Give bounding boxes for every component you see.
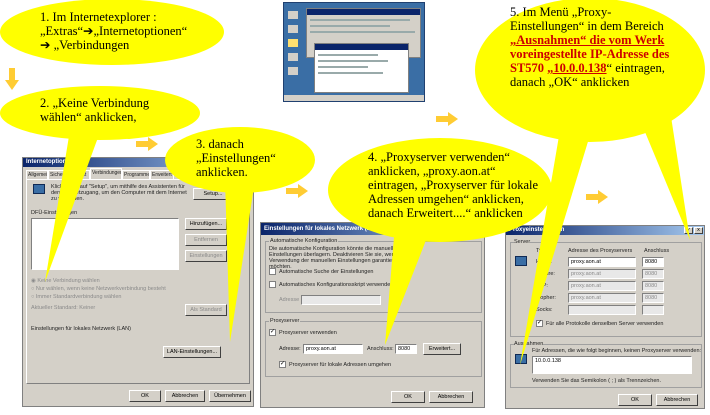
callout-tail-5 bbox=[640, 110, 690, 240]
step5-text: 5. Im Menü „Proxy- Einstellungen“ in dem… bbox=[510, 5, 670, 89]
step2-text: 2. „Keine Verbindung wählen“ anklicken, bbox=[40, 96, 150, 124]
callout-tail-2 bbox=[45, 130, 100, 282]
callout-tail-4 bbox=[385, 225, 430, 345]
step1-text: 1. Im Internetexplorer : „Extras“➔„Intern… bbox=[40, 10, 188, 52]
step4-text: 4. „Proxyserver verwenden“ anklicken, „pr… bbox=[368, 150, 539, 220]
step3-text: 3. danach „Einstellungen“ anklicken. bbox=[196, 137, 276, 179]
callout-tail-3 bbox=[225, 180, 255, 342]
